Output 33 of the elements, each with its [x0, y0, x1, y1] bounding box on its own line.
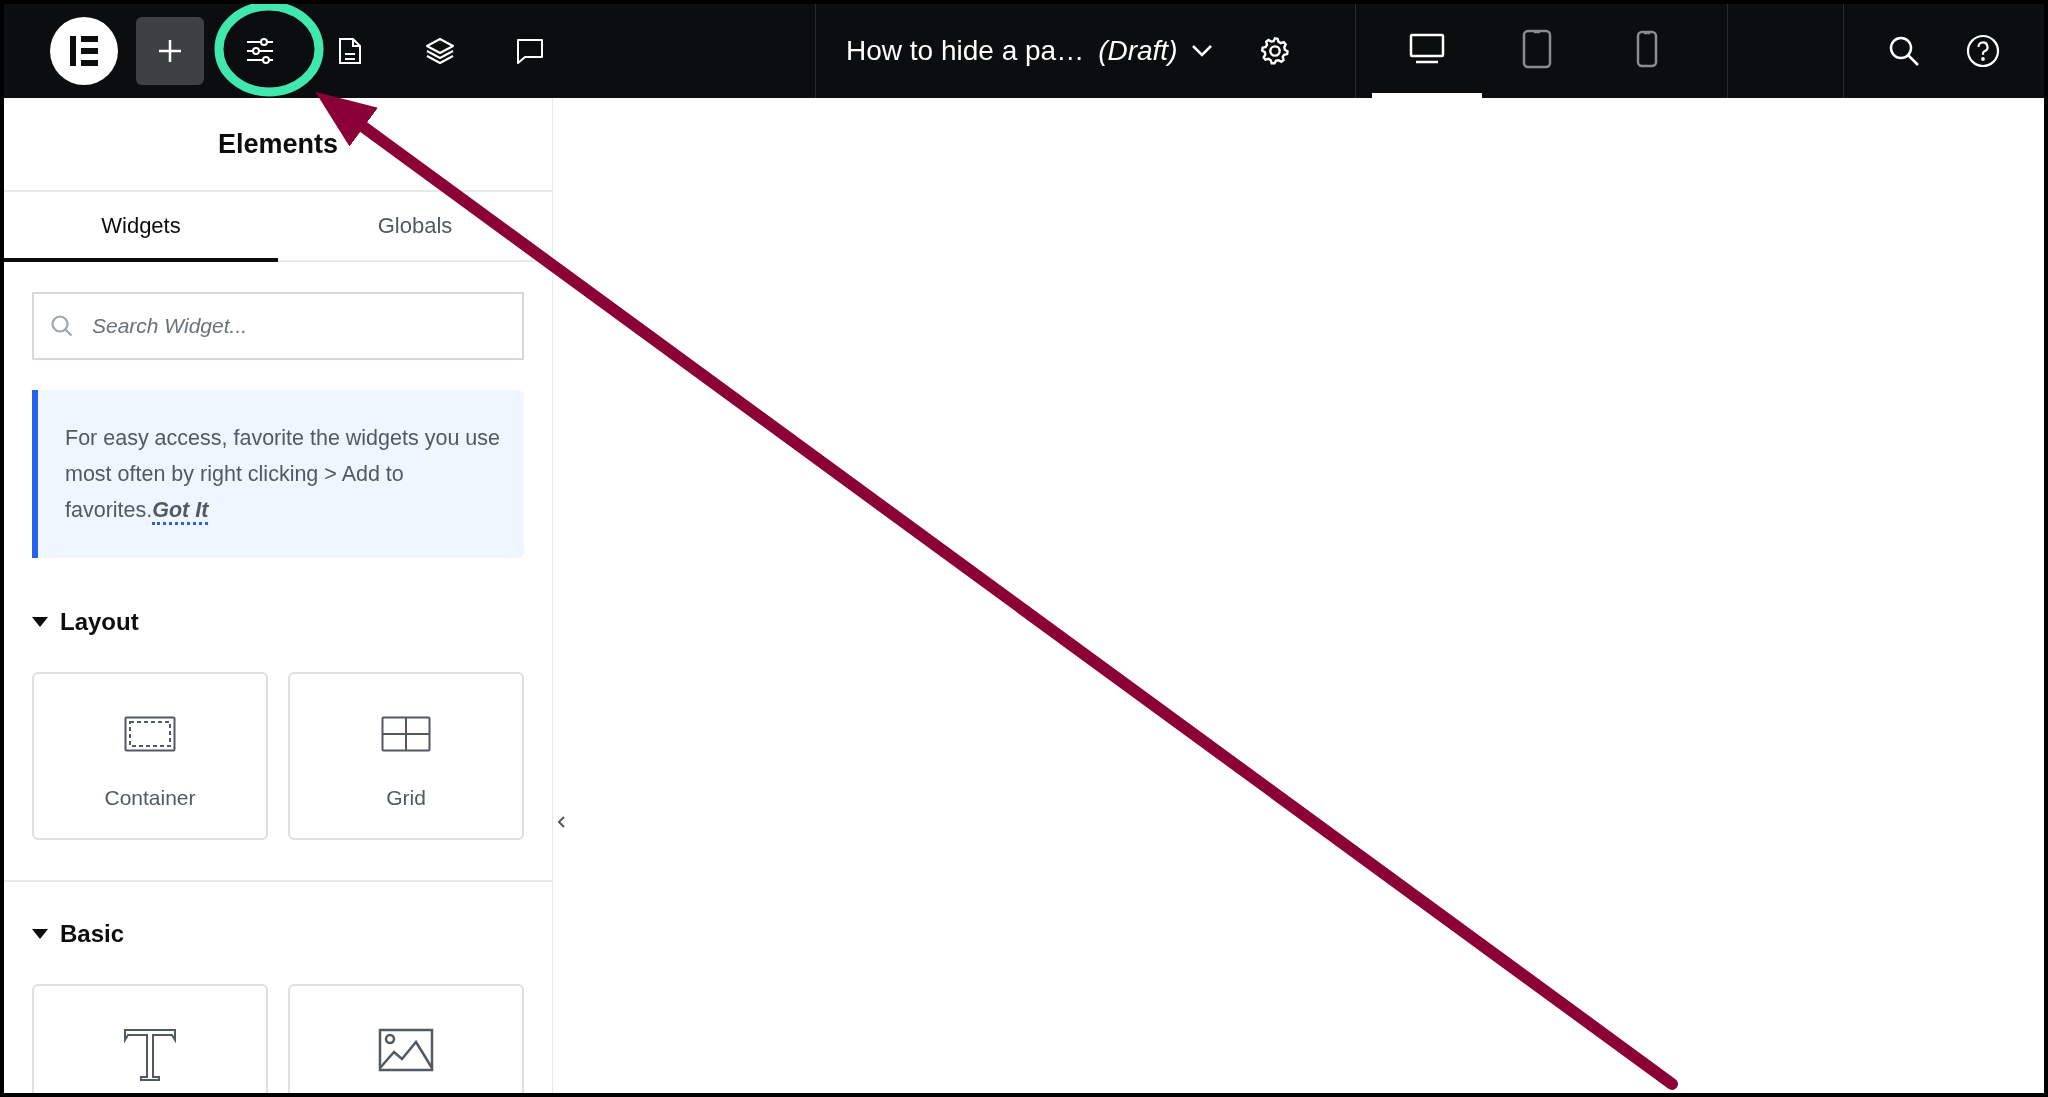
document-icon	[337, 36, 363, 66]
document-title: How to hide a pa…	[846, 34, 1085, 68]
panel-tab[interactable]: Widgets	[4, 192, 278, 262]
search-icon	[50, 314, 74, 338]
chevron-left-icon	[558, 816, 566, 828]
grid-icon	[381, 716, 431, 752]
help-icon[interactable]	[1966, 34, 2000, 68]
desktop-icon	[1409, 32, 1445, 65]
serif-t-icon	[123, 1028, 177, 1082]
panel-title: Elements	[217, 127, 339, 161]
panel-tab[interactable]: Globals	[278, 192, 552, 262]
got-it-link[interactable]: Got It	[152, 498, 209, 525]
sliders-icon	[245, 37, 275, 65]
widget-card[interactable]: Grid	[288, 672, 524, 840]
tip-text: For easy access, favorite the widgets you use most often by right clicking > Add to favorites.Got It	[65, 420, 500, 528]
layers-icon	[425, 37, 455, 65]
document-title-button[interactable]: How to hide a pa… (Draft)	[846, 30, 1214, 72]
chevron-down-icon	[1191, 44, 1214, 58]
caret-icon	[32, 929, 48, 939]
plus-icon	[157, 38, 183, 64]
search-field[interactable]: Search Widget...	[32, 292, 524, 360]
image-icon	[378, 1028, 434, 1072]
settings-icon[interactable]	[1259, 35, 1292, 67]
section-header[interactable]: Basic	[32, 914, 524, 954]
dashed-frame-icon	[124, 716, 176, 752]
draft-status: (Draft)	[1098, 34, 1178, 68]
search-icon[interactable]	[1888, 35, 1920, 67]
tablet-icon	[1522, 28, 1552, 69]
phone-icon	[1636, 29, 1658, 68]
caret-icon	[32, 617, 48, 627]
widget-card[interactable]: Container	[32, 672, 268, 840]
comment-icon	[515, 37, 545, 65]
section-header[interactable]: Layout	[32, 602, 524, 642]
